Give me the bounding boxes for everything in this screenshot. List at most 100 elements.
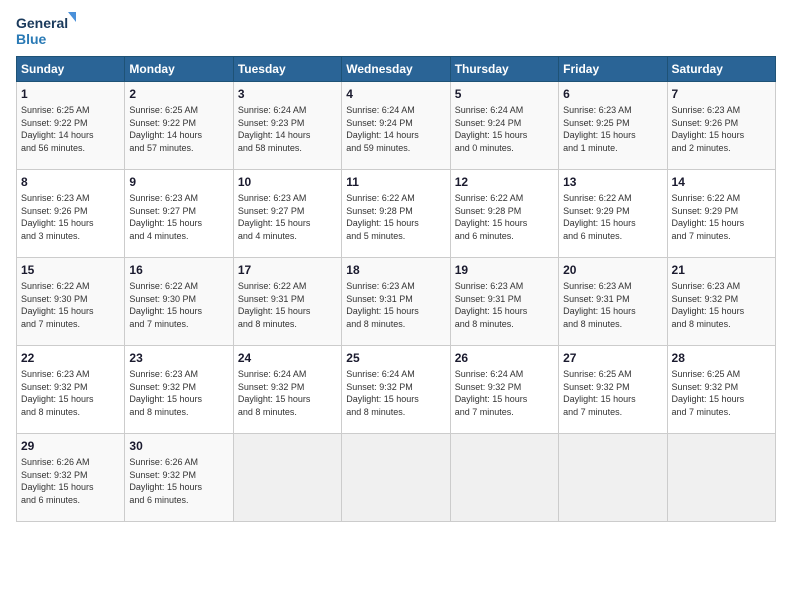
day-info: Sunrise: 6:23 AM Sunset: 9:32 PM Dayligh… [21,368,120,418]
calendar-day-cell: 20 Sunrise: 6:23 AM Sunset: 9:31 PM Dayli… [559,258,667,346]
day-number: 22 [21,350,120,366]
day-info: Sunrise: 6:23 AM Sunset: 9:31 PM Dayligh… [346,280,445,330]
calendar-day-cell: 19 Sunrise: 6:23 AM Sunset: 9:31 PM Dayli… [450,258,558,346]
calendar-day-cell: 3 Sunrise: 6:24 AM Sunset: 9:23 PM Daylig… [233,82,341,170]
day-info: Sunrise: 6:25 AM Sunset: 9:32 PM Dayligh… [563,368,662,418]
day-info: Sunrise: 6:23 AM Sunset: 9:32 PM Dayligh… [129,368,228,418]
day-number: 16 [129,262,228,278]
day-info: Sunrise: 6:22 AM Sunset: 9:29 PM Dayligh… [672,192,771,242]
day-number: 26 [455,350,554,366]
day-info: Sunrise: 6:25 AM Sunset: 9:32 PM Dayligh… [672,368,771,418]
day-info: Sunrise: 6:23 AM Sunset: 9:27 PM Dayligh… [238,192,337,242]
day-number: 3 [238,86,337,102]
calendar-day-cell [559,434,667,522]
day-number: 24 [238,350,337,366]
calendar-day-cell: 18 Sunrise: 6:23 AM Sunset: 9:31 PM Dayli… [342,258,450,346]
day-number: 5 [455,86,554,102]
calendar-week-row: 1 Sunrise: 6:25 AM Sunset: 9:22 PM Daylig… [17,82,776,170]
day-number: 28 [672,350,771,366]
logo-svg: General Blue [16,12,76,48]
day-number: 25 [346,350,445,366]
logo: General Blue [16,12,76,48]
day-number: 9 [129,174,228,190]
day-number: 30 [129,438,228,454]
day-info: Sunrise: 6:24 AM Sunset: 9:23 PM Dayligh… [238,104,337,154]
day-number: 17 [238,262,337,278]
day-info: Sunrise: 6:22 AM Sunset: 9:29 PM Dayligh… [563,192,662,242]
calendar-day-cell: 10 Sunrise: 6:23 AM Sunset: 9:27 PM Dayli… [233,170,341,258]
day-number: 10 [238,174,337,190]
calendar-week-row: 15 Sunrise: 6:22 AM Sunset: 9:30 PM Dayli… [17,258,776,346]
day-number: 27 [563,350,662,366]
day-number: 19 [455,262,554,278]
column-header-sunday: Sunday [17,57,125,82]
day-number: 14 [672,174,771,190]
day-info: Sunrise: 6:23 AM Sunset: 9:26 PM Dayligh… [21,192,120,242]
day-number: 1 [21,86,120,102]
day-number: 13 [563,174,662,190]
calendar-day-cell [450,434,558,522]
day-info: Sunrise: 6:23 AM Sunset: 9:25 PM Dayligh… [563,104,662,154]
day-info: Sunrise: 6:26 AM Sunset: 9:32 PM Dayligh… [129,456,228,506]
day-info: Sunrise: 6:23 AM Sunset: 9:31 PM Dayligh… [563,280,662,330]
day-number: 8 [21,174,120,190]
calendar-header: SundayMondayTuesdayWednesdayThursdayFrid… [17,57,776,82]
calendar-day-cell: 13 Sunrise: 6:22 AM Sunset: 9:29 PM Dayli… [559,170,667,258]
calendar-week-row: 22 Sunrise: 6:23 AM Sunset: 9:32 PM Dayli… [17,346,776,434]
calendar-day-cell: 1 Sunrise: 6:25 AM Sunset: 9:22 PM Daylig… [17,82,125,170]
calendar-day-cell: 9Sunrise: 6:23 AM Sunset: 9:27 PM Daylig… [125,170,233,258]
day-info: Sunrise: 6:25 AM Sunset: 9:22 PM Dayligh… [21,104,120,154]
calendar-day-cell: 26 Sunrise: 6:24 AM Sunset: 9:32 PM Dayli… [450,346,558,434]
day-info: Sunrise: 6:25 AM Sunset: 9:22 PM Dayligh… [129,104,228,154]
calendar-day-cell: 25 Sunrise: 6:24 AM Sunset: 9:32 PM Dayli… [342,346,450,434]
day-number: 18 [346,262,445,278]
calendar-day-cell: 30 Sunrise: 6:26 AM Sunset: 9:32 PM Dayli… [125,434,233,522]
calendar-day-cell: 14 Sunrise: 6:22 AM Sunset: 9:29 PM Dayli… [667,170,775,258]
day-number: 12 [455,174,554,190]
calendar-day-cell: 21Sunrise: 6:23 AM Sunset: 9:32 PM Dayli… [667,258,775,346]
calendar-day-cell: 22 Sunrise: 6:23 AM Sunset: 9:32 PM Dayli… [17,346,125,434]
day-info: Sunrise: 6:24 AM Sunset: 9:32 PM Dayligh… [455,368,554,418]
day-info: Sunrise: 6:22 AM Sunset: 9:30 PM Dayligh… [129,280,228,330]
calendar-day-cell: 11 Sunrise: 6:22 AM Sunset: 9:28 PM Dayli… [342,170,450,258]
calendar-day-cell [667,434,775,522]
day-info: Sunrise: 6:23 AM Sunset: 9:32 PM Dayligh… [672,280,771,330]
column-header-wednesday: Wednesday [342,57,450,82]
calendar-day-cell: 23Sunrise: 6:23 AM Sunset: 9:32 PM Dayli… [125,346,233,434]
calendar-day-cell: 7 Sunrise: 6:23 AM Sunset: 9:26 PM Daylig… [667,82,775,170]
day-info: Sunrise: 6:22 AM Sunset: 9:30 PM Dayligh… [21,280,120,330]
day-info: Sunrise: 6:22 AM Sunset: 9:28 PM Dayligh… [346,192,445,242]
day-number: 11 [346,174,445,190]
svg-text:General: General [16,15,68,31]
day-number: 6 [563,86,662,102]
calendar-day-cell: 5 Sunrise: 6:24 AM Sunset: 9:24 PM Daylig… [450,82,558,170]
day-info: Sunrise: 6:22 AM Sunset: 9:31 PM Dayligh… [238,280,337,330]
calendar-day-cell: 29 Sunrise: 6:26 AM Sunset: 9:32 PM Dayli… [17,434,125,522]
day-info: Sunrise: 6:26 AM Sunset: 9:32 PM Dayligh… [21,456,120,506]
header-row: SundayMondayTuesdayWednesdayThursdayFrid… [17,57,776,82]
calendar-day-cell: 15 Sunrise: 6:22 AM Sunset: 9:30 PM Dayli… [17,258,125,346]
day-info: Sunrise: 6:24 AM Sunset: 9:24 PM Dayligh… [455,104,554,154]
day-number: 15 [21,262,120,278]
calendar-day-cell [233,434,341,522]
calendar-week-row: 29 Sunrise: 6:26 AM Sunset: 9:32 PM Dayli… [17,434,776,522]
day-number: 20 [563,262,662,278]
calendar-day-cell: 12Sunrise: 6:22 AM Sunset: 9:28 PM Dayli… [450,170,558,258]
column-header-monday: Monday [125,57,233,82]
calendar-day-cell: 4Sunrise: 6:24 AM Sunset: 9:24 PM Daylig… [342,82,450,170]
calendar: SundayMondayTuesdayWednesdayThursdayFrid… [16,56,776,522]
day-info: Sunrise: 6:23 AM Sunset: 9:26 PM Dayligh… [672,104,771,154]
calendar-day-cell: 16 Sunrise: 6:22 AM Sunset: 9:30 PM Dayli… [125,258,233,346]
day-number: 4 [346,86,445,102]
calendar-day-cell: 8 Sunrise: 6:23 AM Sunset: 9:26 PM Daylig… [17,170,125,258]
calendar-day-cell: 28 Sunrise: 6:25 AM Sunset: 9:32 PM Dayli… [667,346,775,434]
day-number: 7 [672,86,771,102]
calendar-day-cell: 17 Sunrise: 6:22 AM Sunset: 9:31 PM Dayli… [233,258,341,346]
day-info: Sunrise: 6:24 AM Sunset: 9:32 PM Dayligh… [346,368,445,418]
day-info: Sunrise: 6:23 AM Sunset: 9:31 PM Dayligh… [455,280,554,330]
column-header-thursday: Thursday [450,57,558,82]
day-number: 29 [21,438,120,454]
calendar-day-cell: 2 Sunrise: 6:25 AM Sunset: 9:22 PM Daylig… [125,82,233,170]
day-number: 2 [129,86,228,102]
calendar-week-row: 8 Sunrise: 6:23 AM Sunset: 9:26 PM Daylig… [17,170,776,258]
